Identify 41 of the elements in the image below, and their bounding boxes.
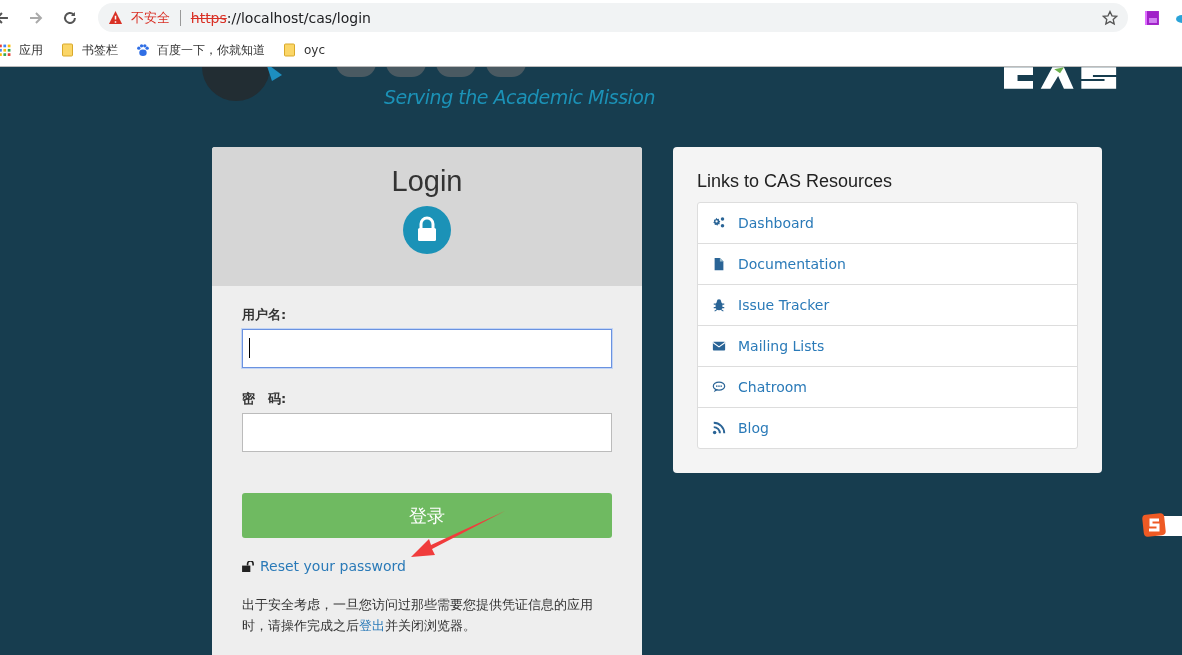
bookmark-item[interactable]: 百度一下，你就知道 xyxy=(136,41,265,59)
envelope-icon xyxy=(712,339,726,353)
resource-link[interactable]: Blog xyxy=(698,407,1077,448)
reset-password-link[interactable]: Reset your password xyxy=(260,558,406,574)
star-icon[interactable] xyxy=(1102,9,1119,26)
password-label: 密 码: xyxy=(242,390,287,408)
resource-link[interactable]: Dashboard xyxy=(698,203,1077,243)
input-method-icon[interactable] xyxy=(1142,513,1182,539)
apps-icon xyxy=(0,43,11,57)
password-field[interactable] xyxy=(242,413,612,452)
folder-icon xyxy=(61,43,74,57)
resource-link[interactable]: Issue Tracker xyxy=(698,284,1077,325)
file-icon xyxy=(712,257,726,271)
username-field[interactable] xyxy=(242,329,612,368)
address-bar[interactable]: 不安全 https://localhost/cas/login xyxy=(97,3,1129,32)
logout-link[interactable]: 登出 xyxy=(359,618,385,633)
warning-icon xyxy=(107,10,123,25)
logo-tagline: Serving the Academic Mission xyxy=(384,86,655,108)
url-text: https://localhost/cas/login xyxy=(190,9,372,26)
username-label: 用户名: xyxy=(242,306,287,324)
bookmark-item[interactable]: oyc xyxy=(283,43,326,57)
reload-icon[interactable] xyxy=(61,9,78,26)
login-title: Login xyxy=(391,165,463,198)
paw-icon xyxy=(136,43,149,57)
security-label: 不安全 xyxy=(130,8,170,27)
lock-icon xyxy=(403,206,451,254)
unlock-icon xyxy=(242,560,255,572)
extension-icon[interactable] xyxy=(1144,9,1160,26)
bookmark-item[interactable]: 书签栏 xyxy=(61,41,118,59)
rss-icon xyxy=(712,421,726,435)
bookmark-item[interactable]: 应用 xyxy=(0,41,43,59)
gears-icon xyxy=(712,216,726,230)
resource-link[interactable]: Documentation xyxy=(698,243,1077,284)
text-cursor xyxy=(249,338,250,358)
folder-icon xyxy=(283,43,296,57)
resource-link[interactable]: Chatroom xyxy=(698,366,1077,407)
resource-link[interactable]: Mailing Lists xyxy=(698,325,1077,366)
bug-icon xyxy=(712,298,726,312)
speech-bubble-icon xyxy=(712,380,726,394)
panel-title: Links to CAS Resources xyxy=(697,171,894,192)
security-notice: 出于安全考虑，一旦您访问过那些需要您提供凭证信息的应用时，请操作完成之后登出并关闭浏览器。 xyxy=(242,596,594,635)
